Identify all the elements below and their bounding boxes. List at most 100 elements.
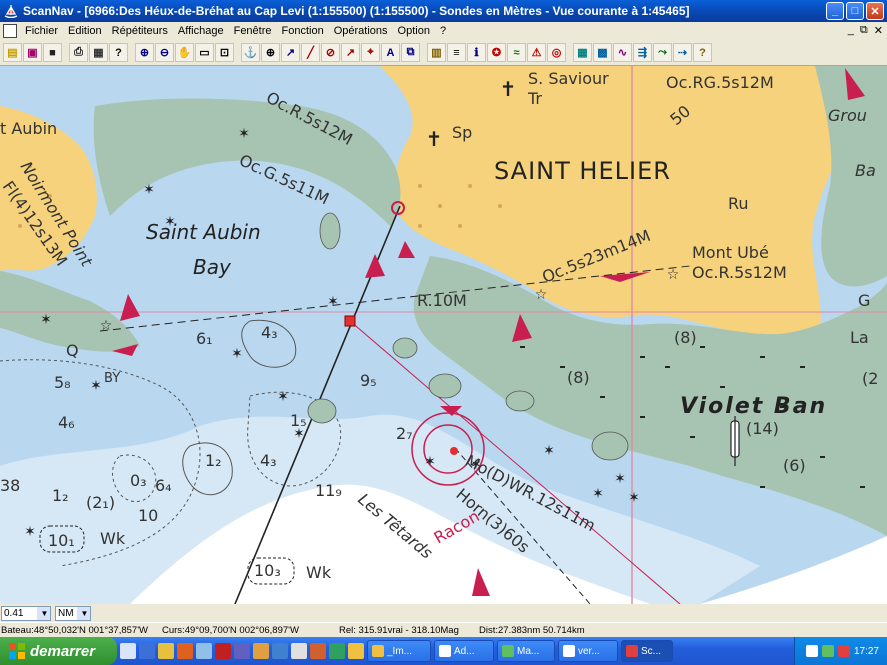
menu-repetiteurs[interactable]: Répétiteurs — [107, 25, 173, 37]
help-pointer-icon[interactable]: ? — [109, 43, 128, 62]
menu-bar: Fichier Edition Répétiteurs Affichage Fe… — [0, 22, 887, 40]
wind-icon[interactable]: ≈ — [507, 43, 526, 62]
start-button[interactable]: demarrer — [0, 637, 117, 665]
zoom-in-icon[interactable]: ⊕ — [135, 43, 154, 62]
tray-icon[interactable] — [821, 645, 834, 657]
menu-fonction[interactable]: Fonction — [277, 25, 329, 37]
app-quicklaunch-icon[interactable] — [291, 643, 307, 659]
anchor-tool-icon[interactable]: ⚓ — [241, 43, 260, 62]
print-icon[interactable]: ⎙ — [69, 43, 88, 62]
app-quicklaunch-icon[interactable] — [348, 643, 364, 659]
target-icon[interactable]: ⊕ — [261, 43, 280, 62]
window-layout-icon[interactable]: ⧉ — [401, 43, 420, 62]
app-quicklaunch-icon[interactable] — [234, 643, 250, 659]
boat-track-icon[interactable]: ⤳ — [653, 43, 672, 62]
task-button[interactable]: Ad... — [434, 640, 494, 662]
lifebuoy-icon[interactable]: ◎ — [547, 43, 566, 62]
ie-quicklaunch-icon[interactable] — [139, 643, 155, 659]
mob-icon[interactable]: ⚠ — [527, 43, 546, 62]
compass-icon[interactable]: ✪ — [487, 43, 506, 62]
print-preview-icon[interactable]: ▦ — [89, 43, 108, 62]
window-title: ScanNav - [6966:Des Héux-de-Bréhat au Ca… — [23, 4, 690, 18]
firefox-quicklaunch-icon[interactable] — [177, 643, 193, 659]
pan-hand-icon[interactable]: ✋ — [175, 43, 194, 62]
ruler-icon[interactable]: ⊘ — [321, 43, 340, 62]
menu-affichage[interactable]: Affichage — [173, 25, 229, 37]
gps-device-icon[interactable]: ▥ — [427, 43, 446, 62]
chevron-down-icon[interactable]: ▼ — [77, 606, 90, 620]
weather-map-icon[interactable]: ▩ — [593, 43, 612, 62]
tray-icon[interactable] — [805, 645, 818, 657]
nautical-chart-view[interactable]: ☆ ☆ ☆ ✶ ✶ ✶ ✶ ✶ ✶ ✶ ✶ ✶ ✶ ✶ ✶ ✶ ✶ ✶ ✶ ✝ … — [0, 66, 887, 604]
waypoint-icon[interactable]: ⌖ — [361, 43, 380, 62]
scale-unit: NM — [58, 607, 74, 619]
chevron-down-icon[interactable]: ▼ — [37, 606, 50, 620]
maximize-button[interactable]: □ — [846, 2, 864, 20]
app-icon — [439, 645, 451, 657]
info-icon[interactable]: ℹ — [467, 43, 486, 62]
label-depth-27: 2₇ — [396, 424, 413, 443]
context-help-icon[interactable]: ? — [693, 43, 712, 62]
svg-text:✶: ✶ — [24, 524, 36, 540]
task-button[interactable]: _Im... — [367, 640, 431, 662]
app-quicklaunch-icon[interactable] — [196, 643, 212, 659]
app-quicklaunch-icon[interactable] — [272, 643, 288, 659]
menu-fenetre[interactable]: Fenêtre — [229, 25, 277, 37]
text-tool-icon[interactable]: A — [381, 43, 400, 62]
tray-icon[interactable] — [837, 645, 850, 657]
menu-operations[interactable]: Opérations — [329, 25, 393, 37]
mdi-minimize-button[interactable]: _ — [848, 24, 854, 37]
task-button-active[interactable]: Sc... — [621, 640, 673, 662]
rock-outcrop — [428, 373, 462, 399]
app-quicklaunch-icon[interactable] — [329, 643, 345, 659]
new-icon[interactable]: ▤ — [3, 43, 22, 62]
minimize-button[interactable]: _ — [826, 2, 844, 20]
svg-text:☆: ☆ — [667, 267, 680, 283]
status-bar: Bateau:48°50,032'N 001°37,857'W Curs:49°… — [0, 622, 887, 637]
status-bearing: Rel: 315.91vrai - 318.10Mag — [339, 624, 459, 636]
task-button[interactable]: Ma... — [497, 640, 555, 662]
save-icon[interactable]: ■ — [43, 43, 62, 62]
select-region-icon[interactable]: ⊡ — [215, 43, 234, 62]
nmea-icon[interactable]: ≡ — [447, 43, 466, 62]
close-button[interactable]: ✕ — [866, 2, 884, 20]
label-wk-a: Wk — [100, 529, 126, 548]
svg-text:✶: ✶ — [628, 490, 640, 506]
tide-curve-icon[interactable]: ∿ — [613, 43, 632, 62]
label-depth-64: 6₄ — [155, 476, 172, 495]
app-quicklaunch-icon[interactable] — [253, 643, 269, 659]
label-depth-2: (2 — [862, 369, 878, 388]
draw-line-icon[interactable]: ╱ — [301, 43, 320, 62]
scannav-app-icon[interactable] — [4, 4, 18, 18]
svg-text:✝: ✝ — [426, 127, 443, 151]
bearing-icon[interactable]: ↗ — [341, 43, 360, 62]
task-button[interactable]: ver... — [558, 640, 618, 662]
folder-quicklaunch-icon[interactable] — [158, 643, 174, 659]
menu-fichier[interactable]: Fichier — [20, 25, 63, 37]
label-depth-15: 1₅ — [290, 411, 307, 430]
pdf-quicklaunch-icon[interactable] — [215, 643, 231, 659]
mdi-close-button[interactable]: ✕ — [874, 24, 883, 37]
menu-option[interactable]: Option — [393, 25, 435, 37]
route-icon[interactable]: ↗ — [281, 43, 300, 62]
label-s-saviour: S. Saviour — [528, 69, 609, 88]
scale-unit-combo[interactable]: NM ▼ — [55, 605, 91, 621]
menu-edition[interactable]: Edition — [63, 25, 107, 37]
log-icon[interactable]: ⇢ — [673, 43, 692, 62]
zoom-out-icon[interactable]: ⊖ — [155, 43, 174, 62]
open-icon[interactable]: ▣ — [23, 43, 42, 62]
menu-help[interactable]: ? — [435, 25, 451, 37]
chart-grid-icon[interactable]: ▦ — [573, 43, 592, 62]
document-system-menu-icon[interactable] — [3, 24, 17, 38]
current-icon[interactable]: ⇶ — [633, 43, 652, 62]
select-rectangle-icon[interactable]: ▭ — [195, 43, 214, 62]
app-quicklaunch-icon[interactable] — [310, 643, 326, 659]
label-g-right: G — [858, 291, 870, 310]
label-depth-12a: 1₂ — [205, 451, 222, 470]
svg-text:✶: ✶ — [40, 312, 52, 328]
scale-value-combo[interactable]: 0.41 ▼ — [1, 605, 51, 621]
mdi-restore-button[interactable]: ⧉ — [860, 24, 868, 37]
svg-text:✶: ✶ — [424, 454, 436, 470]
desktop-quicklaunch-icon[interactable] — [120, 643, 136, 659]
label-depth-43a: 4₃ — [261, 323, 278, 342]
